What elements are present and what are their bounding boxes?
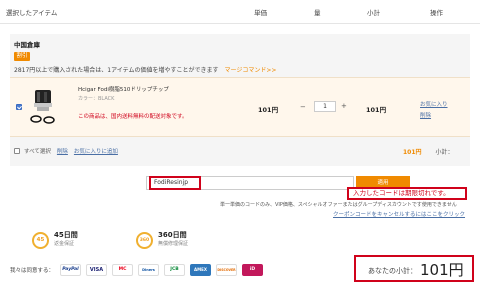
id-payment-icon: iD	[242, 264, 263, 276]
warehouse-section: 中国倉庫 割引 2817円以上で購入された場合は、1アイテムの価値を増やすことが…	[10, 34, 470, 166]
qty-decrease-button[interactable]: −	[300, 103, 306, 111]
payment-label: 我々は同意する：	[10, 268, 55, 274]
unit-price: 101円	[258, 106, 279, 114]
delete-item-link[interactable]: 削除	[420, 111, 431, 119]
coupon-note: 単一単価のコードのみ、VIP価格、スペシャルオファーまたはグループディスカウント…	[220, 202, 457, 208]
refund-guarantee-sub: 返金保証	[54, 241, 75, 247]
grand-total-value: 101円	[420, 261, 464, 279]
warehouse-total: 101円 小計：	[403, 147, 454, 156]
visa-icon: VISA	[86, 264, 107, 276]
jcb-icon: JCB	[164, 264, 185, 276]
promo-text: 2817円以上で購入された場合は、1アイテムの価値を増やすことができます マージコ…	[14, 65, 276, 74]
refund-guarantee-title: 45日間	[54, 231, 78, 239]
discount-badge: 割引	[14, 52, 30, 61]
refund-guarantee-icon: 45	[32, 232, 49, 249]
grand-total-box: あなたの小計： 101円	[354, 255, 474, 282]
item-checkbox[interactable]	[16, 104, 22, 110]
add-favorite-link[interactable]: お気に入り	[420, 100, 448, 108]
amex-icon: AMEX	[190, 264, 211, 276]
coupon-code-input[interactable]: FodiResinjp	[149, 176, 201, 190]
coupon-error-message: 入力したコードは期限切れです。	[347, 187, 467, 200]
paypal-icon: PayPal	[60, 264, 81, 276]
drip-tip-image	[30, 90, 55, 124]
warehouse-subtotal-label: 小計：	[435, 149, 454, 156]
select-all-label[interactable]: すべて選択	[24, 149, 51, 155]
warehouse-title: 中国倉庫	[14, 41, 40, 49]
mastercard-icon: MC	[112, 264, 133, 276]
select-all-checkbox[interactable]	[14, 148, 20, 154]
col-action-header: 操作	[430, 9, 443, 17]
quantity-input[interactable]: 1	[314, 101, 336, 112]
grand-total-label: あなたの小計：	[368, 267, 417, 275]
product-color: カラー：BLACK	[78, 96, 115, 102]
item-subtotal: 101円	[366, 106, 387, 114]
product-name[interactable]: Hcigar Fodi樹脂510ドリップチップ	[78, 85, 169, 93]
col-subtotal-header: 小計	[367, 9, 380, 17]
add-to-favorites-link[interactable]: お気に入りに追加	[74, 149, 118, 155]
repair-guarantee-icon: 360	[136, 232, 153, 249]
col-item-header: 選択したアイテム	[6, 9, 58, 17]
col-qty-header: 量	[314, 9, 321, 17]
diners-icon: Diners	[138, 264, 159, 276]
shipping-notice: この商品は、国内送料無料の配送対象です。	[78, 114, 188, 120]
product-image[interactable]	[28, 86, 58, 128]
delete-selected-link[interactable]: 削除	[57, 149, 68, 155]
qty-increase-button[interactable]: +	[341, 102, 347, 110]
discover-icon: DISCOVER	[216, 264, 237, 276]
promo-message: 2817円以上で購入された場合は、1アイテムの価値を増やすことができます	[14, 67, 219, 74]
repair-guarantee-title: 360日間	[158, 231, 187, 239]
col-price-header: 単価	[254, 9, 267, 17]
repair-guarantee-sub: 無償修理保証	[158, 241, 189, 247]
footer-actions: すべて選択 削除 お気に入りに追加	[24, 147, 118, 155]
cart-header: 選択したアイテム 単価 量 小計 操作	[0, 0, 480, 24]
cancel-coupon-link[interactable]: クーポンコードをキャンセルするにはここをクリック	[333, 210, 465, 218]
warehouse-total-value: 101円	[403, 149, 422, 156]
merge-command-link[interactable]: マージコマンド>>	[225, 67, 277, 74]
cart-item-row: Hcigar Fodi樹脂510ドリップチップ カラー：BLACK この商品は、…	[10, 77, 470, 137]
